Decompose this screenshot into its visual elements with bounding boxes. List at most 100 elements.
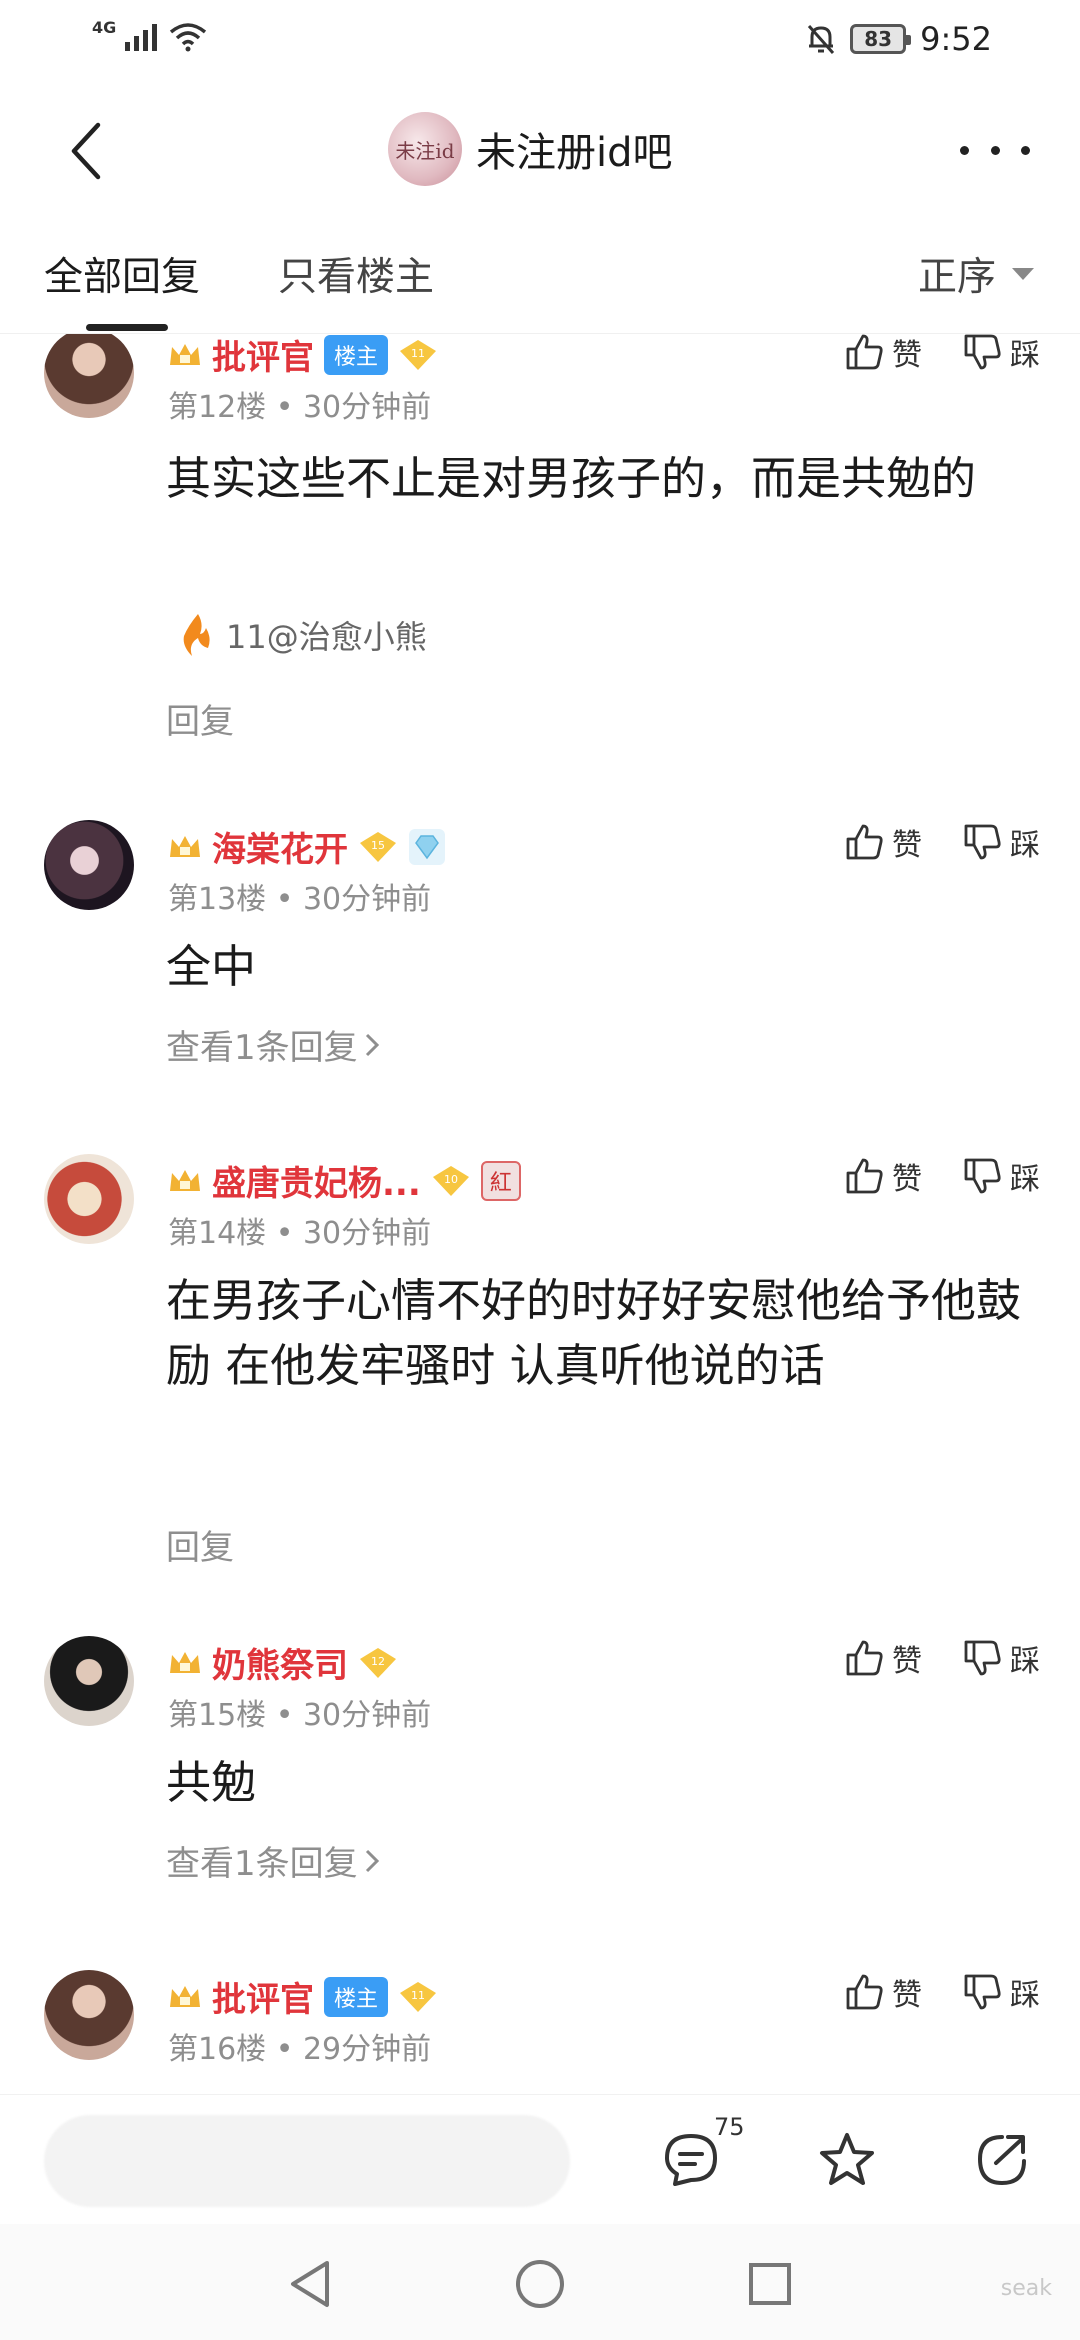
more-options-button[interactable]	[960, 130, 1030, 170]
post-meta: 第15楼 • 30分钟前	[168, 1698, 432, 1733]
post-time: 30分钟前	[302, 882, 432, 917]
top-nav-bar: 未注id 未注册id吧	[0, 86, 1080, 216]
avatar[interactable]	[44, 334, 134, 418]
dislike-button[interactable]: 踩	[962, 334, 1040, 374]
vote-actions: 赞 踩	[844, 820, 1040, 864]
avatar[interactable]	[44, 820, 134, 910]
user-name-row: 奶熊祭司 12	[168, 1638, 398, 1687]
username[interactable]: 盛唐贵妃杨...	[212, 1156, 421, 1205]
level-number: 15	[371, 839, 385, 852]
clock: 9:52	[920, 20, 992, 58]
like-button[interactable]: 赞	[844, 334, 922, 374]
vote-actions: 赞 踩	[844, 1636, 1040, 1680]
crown-icon	[170, 1985, 200, 2007]
like-label: 赞	[892, 1978, 922, 2013]
like-button[interactable]: 赞	[844, 820, 922, 864]
reply-feed[interactable]: 批评官 楼主 11 第12楼 • 30分钟前 赞 踩 其实这些不止是对男孩子的，…	[0, 334, 1080, 2094]
tab-all-replies[interactable]: 全部回复	[44, 246, 200, 302]
dislike-label: 踩	[1010, 1978, 1040, 2013]
post-content: 其实这些不止是对男孩子的，而是共勉的	[166, 452, 977, 505]
level-badge-icon: 11	[400, 339, 437, 370]
username[interactable]: 批评官	[212, 1972, 314, 2021]
tail-text: 11@治愈小熊	[226, 618, 427, 656]
dislike-label: 踩	[1010, 1162, 1040, 1197]
post-time: 30分钟前	[302, 1216, 432, 1251]
flame-icon	[183, 614, 210, 656]
post-time: 30分钟前	[302, 390, 432, 425]
post-meta: 第12楼 • 30分钟前	[168, 390, 432, 425]
username[interactable]: 海棠花开	[212, 822, 348, 871]
thumbs-up-icon	[846, 824, 883, 860]
crown-icon	[170, 1169, 200, 1191]
vote-actions: 赞 踩	[844, 334, 1040, 374]
post-content: 在男孩子心情不好的时好好安慰他给予他鼓励 在他发牢骚时 认真听他说的话	[166, 1274, 1022, 1393]
like-button[interactable]: 赞	[844, 1636, 922, 1680]
system-home-button[interactable]	[510, 2254, 570, 2314]
sort-dropdown[interactable]: 正序	[918, 246, 1034, 302]
diamond-icon	[409, 828, 445, 865]
post-time: 29分钟前	[302, 2032, 432, 2067]
post-time: 30分钟前	[302, 1698, 432, 1733]
user-name-row: 盛唐贵妃杨... 10 紅	[168, 1156, 521, 1205]
hong-badge: 紅	[480, 1160, 521, 1201]
reply-filter-tabs: 全部回复 只看楼主 正序	[0, 216, 1080, 334]
like-label: 赞	[892, 1644, 922, 1679]
forum-avatar: 未注id	[388, 112, 462, 186]
battery-indicator: 83	[850, 24, 912, 54]
reply-input[interactable]	[44, 2115, 570, 2207]
dislike-button[interactable]: 踩	[962, 1154, 1040, 1198]
avatar[interactable]	[44, 1636, 134, 1726]
chevron-right-icon	[365, 1849, 379, 1872]
like-label: 赞	[892, 828, 922, 863]
username[interactable]: 批评官	[212, 334, 314, 379]
avatar[interactable]	[44, 1970, 134, 2060]
system-recent-apps-button[interactable]	[740, 2254, 800, 2314]
thumbs-up-icon	[846, 1640, 883, 1676]
system-navigation-bar: seak	[0, 2224, 1080, 2340]
watermark: seak	[1000, 2276, 1052, 2301]
view-replies-label: 查看1条回复	[166, 1028, 358, 1068]
reply-button[interactable]: 回复	[166, 1520, 234, 1569]
crown-icon	[170, 835, 200, 857]
network-type: 4G	[92, 17, 117, 37]
thumbs-down-icon	[964, 334, 1001, 370]
forum-title: 未注册id吧	[476, 130, 673, 176]
dislike-label: 踩	[1010, 338, 1040, 373]
vote-actions: 赞 踩	[844, 1154, 1040, 1198]
thumbs-down-icon	[964, 824, 1001, 860]
sort-label: 正序	[917, 255, 996, 300]
forum-header[interactable]: 未注id 未注册id吧	[388, 112, 673, 186]
avatar[interactable]	[44, 1154, 134, 1244]
post-tail: 11@治愈小熊	[178, 612, 427, 658]
status-right: 83 9:52	[806, 20, 992, 58]
dislike-button[interactable]: 踩	[962, 1636, 1040, 1680]
thumbs-up-icon	[846, 1158, 883, 1194]
level-number: 10	[444, 1173, 458, 1186]
user-name-row: 批评官 楼主 11	[168, 334, 438, 379]
dislike-button[interactable]: 踩	[962, 820, 1040, 864]
vote-actions: 赞 踩	[844, 1970, 1040, 2014]
view-replies-link[interactable]: 查看1条回复	[166, 1020, 380, 1069]
caret-down-icon	[1012, 268, 1034, 280]
dislike-button[interactable]: 踩	[962, 1970, 1040, 2014]
level-number: 11	[411, 347, 425, 360]
floor-number: 第12楼	[168, 390, 267, 425]
username[interactable]: 奶熊祭司	[212, 1638, 348, 1687]
circle-home-icon	[516, 2260, 564, 2308]
share-button[interactable]	[966, 2125, 1036, 2195]
floor-number: 第15楼	[168, 1698, 267, 1733]
level-badge-icon: 15	[360, 831, 396, 862]
like-button[interactable]: 赞	[844, 1154, 922, 1198]
op-badge: 楼主	[324, 1976, 389, 2017]
floor-number: 第16楼	[168, 2032, 267, 2067]
favorite-button[interactable]	[812, 2125, 882, 2195]
back-button[interactable]	[56, 116, 116, 186]
system-back-button[interactable]	[280, 2254, 340, 2314]
bottom-action-bar: 75	[0, 2094, 1080, 2224]
wifi-icon	[170, 23, 207, 52]
view-replies-link[interactable]: 查看1条回复	[166, 1836, 380, 1885]
tab-op-only[interactable]: 只看楼主	[278, 246, 434, 302]
status-bar: 4G 83 9:52	[0, 0, 1080, 86]
like-button[interactable]: 赞	[844, 1970, 922, 2014]
reply-button[interactable]: 回复	[166, 694, 234, 743]
